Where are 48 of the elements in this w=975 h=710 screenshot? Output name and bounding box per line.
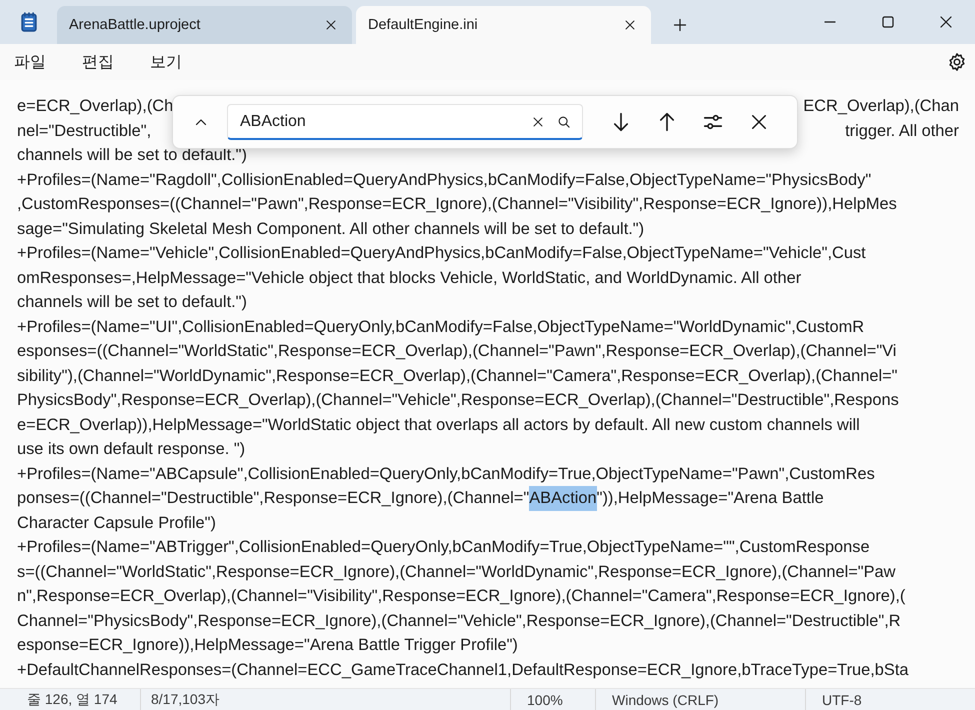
file-tab[interactable]: ArenaBattle.uproject — [57, 6, 352, 44]
code-line: s=((Channel="WorldStatic",Response=ECR_Ignore),(Channel="WorldDynamic",Response=ECR_Ignore),(Channel="Paw — [17, 562, 896, 582]
add-tab-icon[interactable] — [672, 17, 688, 33]
code-line: sage="Simulating Skeletal Mesh Component. All other channels will be set to default.") — [17, 218, 644, 240]
close-icon[interactable] — [623, 18, 637, 32]
menu-item[interactable]: 파일 — [14, 48, 46, 76]
clear-icon[interactable] — [531, 115, 545, 129]
code-line: +Profiles=(Name="Ragdoll",CollisionEnabled=QueryAndPhysics,bCanModify=False,ObjectTypeName="PhysicsBody" — [17, 170, 872, 190]
code-line: e=ECR_Overlap),(Ch — [17, 96, 174, 117]
close-icon[interactable] — [938, 14, 954, 30]
menu-item[interactable]: 보기 — [150, 48, 182, 76]
code-line: omResponses=,HelpMessage="Vehicle object that blocks Vehicle, WorldStatic, and WorldDynamic. All other — [17, 268, 802, 288]
code-line: esponses=((Channel="WorldStatic",Response=ECR_Overlap),(Channel="Pawn",Response=ECR_Overlap),(Channel="Vi — [17, 341, 896, 362]
cursor-position: 줄 126, 열 174 — [26, 690, 118, 709]
encoding: UTF-8 — [805, 689, 975, 710]
character-count: 8/17,103자 — [140, 689, 510, 710]
line-ending: Windows (CRLF) — [595, 689, 805, 710]
settings-icon[interactable] — [947, 52, 967, 72]
code-line: esponse=ECR_Ignore)),HelpMessage="Arena Battle Trigger Profile") — [17, 635, 518, 656]
code-line: Character Capsule Profile") — [17, 512, 216, 534]
code-line: e=ECR_Overlap)),HelpMessage="WorldStatic object that overlaps all actors by default. All new custom channels will — [17, 414, 860, 436]
search-icon[interactable] — [557, 115, 571, 129]
search-field[interactable]: ABAction — [227, 104, 583, 140]
zoom-level: 100% — [510, 689, 595, 710]
code-line: ECR_Overlap),(Chan — [803, 96, 959, 117]
code-line: +Profiles=(Name="Vehicle",CollisionEnabled=QueryAndPhysics,bCanModify=False,ObjectTypeName="Vehicle",Cust — [17, 243, 866, 264]
code-line: ,CustomResponses=((Channel="Pawn",Response=ECR_Ignore),(Channel="Visibility",Response=ECR_Ignore)),HelpMes — [17, 194, 897, 215]
code-line: +Profiles=(Name="ABTrigger",CollisionEnabled=QueryOnly,bCanModify=True,ObjectTypeName="",CustomResponse — [17, 537, 870, 558]
code-line: Channel="PhysicsBody",Response=ECR_Ignore),(Channel="Vehicle",Response=ECR_Ignore),(Channel="Destructible",R — [17, 610, 901, 632]
code-line: sibility"),(Channel="WorldDynamic",Response=ECR_Overlap),(Channel="Camera",Response=ECR_Overlap),(Channel=" — [17, 366, 898, 386]
code-line: channels will be set to default.") — [17, 292, 247, 313]
search-match-highlight: ABAction — [529, 486, 597, 510]
code-line: trigger. All other — [845, 120, 959, 142]
code-line: channels will be set to default.") — [17, 145, 247, 166]
menu-item[interactable]: 편집 — [82, 48, 114, 76]
code-line: n",Response=ECR_Overlap),(Channel="Visibility",Response=ECR_Ignore),(Channel="Camera",Response=ECR_Ignore),( — [17, 586, 906, 607]
close-icon[interactable] — [749, 112, 769, 132]
code-line: use its own default response. ") — [17, 439, 246, 460]
file-tab[interactable]: DefaultEngine.ini — [356, 6, 651, 44]
code-line: nel="Destructible", — [17, 120, 152, 142]
code-line: +Profiles=(Name="UI",CollisionEnabled=QueryOnly,bCanModify=False,ObjectTypeName="WorldDynamic",CustomR — [17, 316, 864, 338]
code-line: ponses=((Channel="Destructible",Response=ECR_Ignore),(Channel=" — [17, 488, 530, 509]
code-line: +Profiles=(Name="ABCapsule",CollisionEnabled=QueryOnly,bCanModify=True,ObjectTypeName="Pawn",CustomRes — [17, 464, 875, 484]
code-line: PhysicsBody",Response=ECR_Overlap),(Channel="Vehicle",Response=ECR_Overlap),(Channel="Destructible",Respons — [17, 390, 899, 411]
maximize-icon[interactable] — [880, 14, 896, 30]
code-line: +DefaultChannelResponses=(Channel=ECC_GameTraceChannel1,DefaultResponse=ECR_Ignore,bTraceType=True,bSta — [17, 660, 909, 680]
code-line: ")),HelpMessage="Arena Battle — [596, 488, 824, 509]
close-icon[interactable] — [324, 18, 338, 32]
